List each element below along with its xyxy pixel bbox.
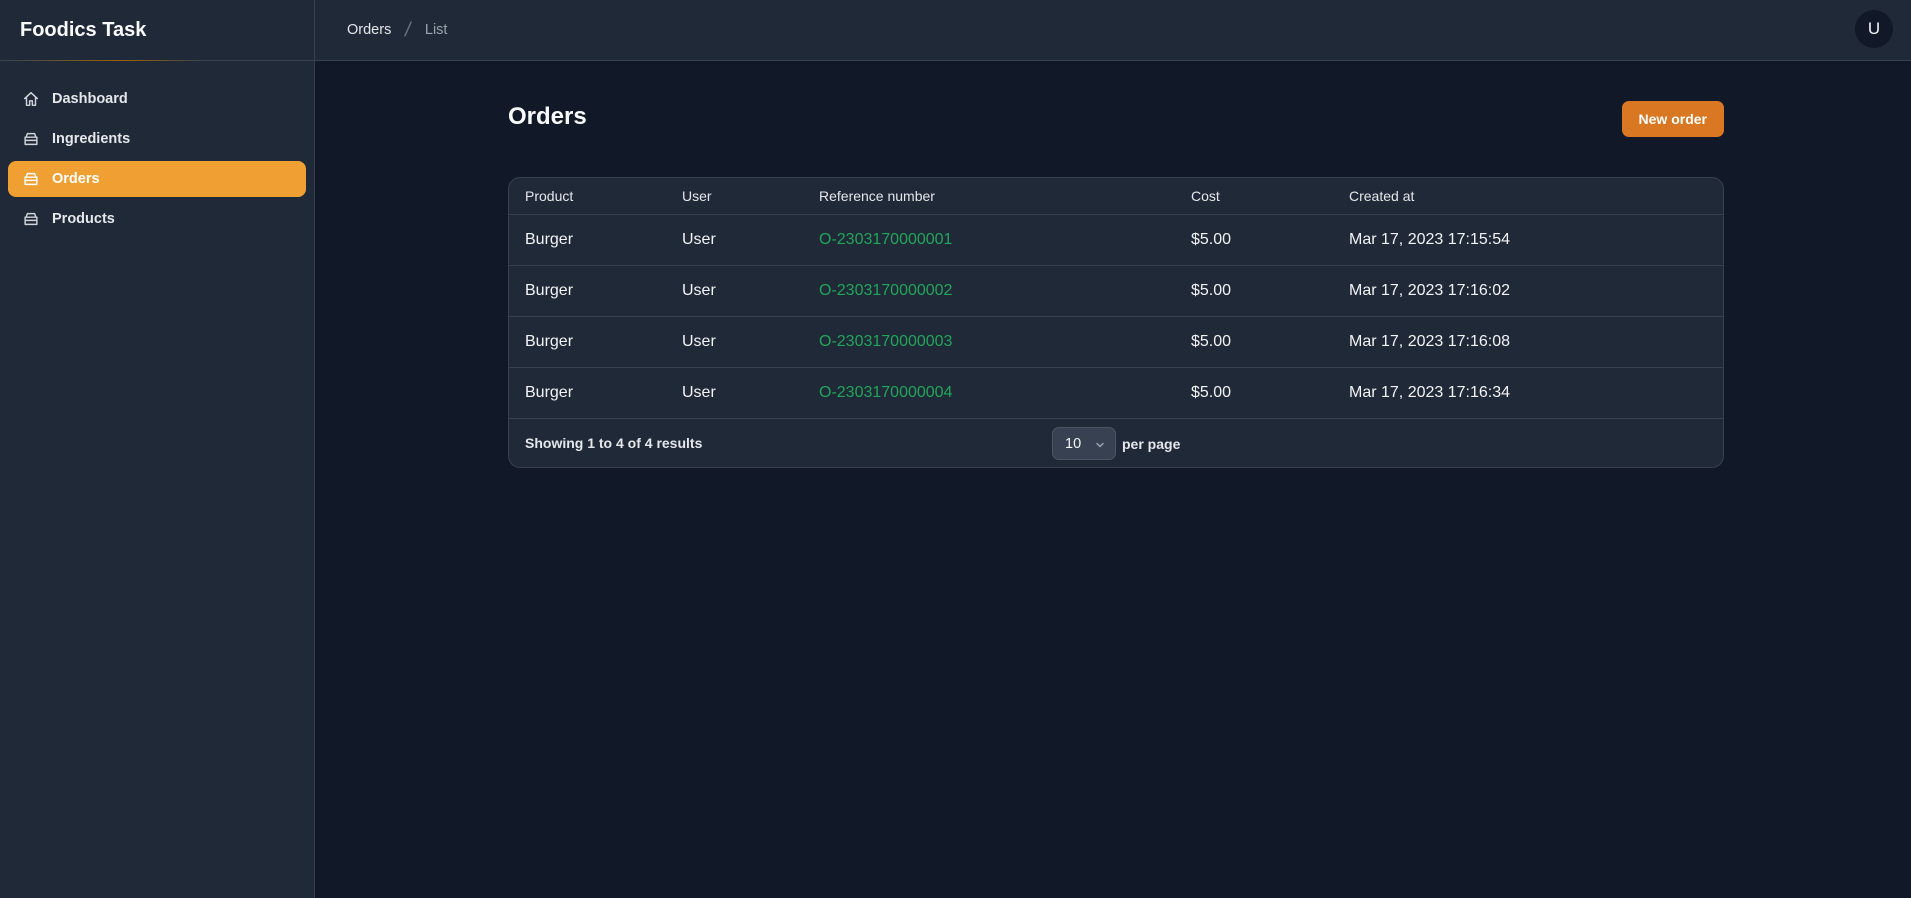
sidebar-item-label: Orders [52, 171, 100, 187]
box-icon [21, 169, 41, 189]
reference-link[interactable]: O-2303170000004 [819, 384, 952, 401]
column-header-user: User [682, 188, 712, 204]
home-icon [21, 89, 41, 109]
cell-cost: $5.00 [1191, 333, 1232, 350]
table-row[interactable]: Burger User O-2303170000004 $5.00 Mar 17… [509, 368, 1723, 419]
new-order-button[interactable]: New order [1621, 101, 1724, 137]
sidebar-item-orders[interactable]: Orders [8, 161, 306, 197]
cell-product: Burger [525, 282, 574, 299]
cell-created-at: Mar 17, 2023 17:16:02 [1349, 282, 1511, 299]
box-icon [21, 209, 41, 229]
sidebar-item-label: Dashboard [52, 91, 128, 107]
breadcrumb: Orders / List [347, 19, 447, 42]
table-row[interactable]: Burger User O-2303170000001 $5.00 Mar 17… [509, 215, 1723, 266]
cell-cost: $5.00 [1191, 384, 1232, 401]
column-header-created-at: Created at [1349, 188, 1415, 204]
avatar[interactable]: U [1855, 10, 1893, 48]
page-title: Orders [508, 103, 587, 130]
cell-cost: $5.00 [1191, 282, 1232, 299]
per-page-control: 10 per page [1052, 427, 1180, 460]
column-header-cost: Cost [1191, 188, 1220, 204]
app-title: Foodics Task [0, 0, 314, 61]
sidebar-item-label: Ingredients [52, 131, 131, 147]
per-page-value: 10 [1065, 435, 1082, 452]
cell-product: Burger [525, 384, 574, 401]
per-page-select[interactable]: 10 [1052, 427, 1116, 460]
table-row[interactable]: Burger User O-2303170000002 $5.00 Mar 17… [509, 266, 1723, 317]
sidebar: Foodics Task Dashboard Ingredients Order… [0, 0, 315, 898]
table-footer: Showing 1 to 4 of 4 results 10 per page [509, 419, 1723, 467]
cell-cost: $5.00 [1191, 231, 1232, 248]
sidebar-item-dashboard[interactable]: Dashboard [8, 81, 306, 117]
reference-link[interactable]: O-2303170000001 [819, 231, 952, 248]
table-row[interactable]: Burger User O-2303170000003 $5.00 Mar 17… [509, 317, 1723, 368]
cell-product: Burger [525, 231, 574, 248]
cell-user: User [682, 231, 716, 248]
sidebar-nav: Dashboard Ingredients Orders Products [0, 61, 314, 237]
breadcrumb-separator: / [403, 18, 413, 41]
cell-created-at: Mar 17, 2023 17:16:08 [1349, 333, 1511, 350]
reference-link[interactable]: O-2303170000003 [819, 333, 952, 350]
cell-created-at: Mar 17, 2023 17:15:54 [1349, 231, 1511, 248]
orders-table: Product User Reference number Cost Creat… [508, 177, 1724, 468]
breadcrumb-list: List [424, 22, 448, 38]
cell-user: User [682, 384, 716, 401]
cell-user: User [682, 333, 716, 350]
topbar: Orders / List U [315, 0, 1911, 61]
cell-user: User [682, 282, 716, 299]
sidebar-item-label: Products [52, 211, 115, 227]
column-header-reference: Reference number [819, 188, 935, 204]
cell-product: Burger [525, 333, 574, 350]
cell-created-at: Mar 17, 2023 17:16:34 [1349, 384, 1511, 401]
breadcrumb-orders[interactable]: Orders [347, 22, 391, 38]
table-header: Product User Reference number Cost Creat… [509, 178, 1723, 215]
chevron-down-icon [1095, 438, 1105, 448]
sidebar-item-ingredients[interactable]: Ingredients [8, 121, 306, 157]
per-page-label: per page [1122, 435, 1181, 452]
box-icon [21, 129, 41, 149]
results-summary: Showing 1 to 4 of 4 results [525, 435, 703, 451]
sidebar-item-products[interactable]: Products [8, 201, 306, 237]
reference-link[interactable]: O-2303170000002 [819, 282, 952, 299]
column-header-product: Product [525, 188, 574, 204]
